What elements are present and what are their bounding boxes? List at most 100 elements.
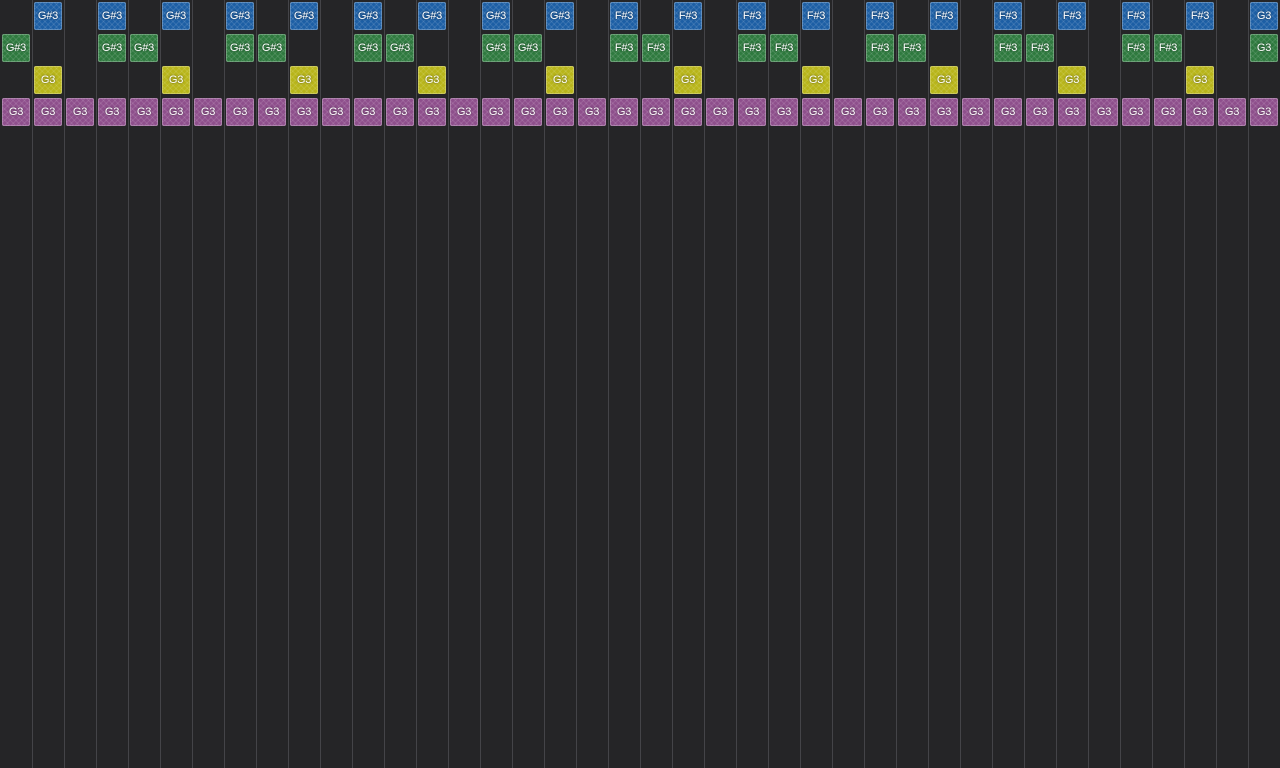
note-block[interactable]: G3 xyxy=(482,98,510,126)
note-block[interactable]: F#3 xyxy=(930,2,958,30)
note-block[interactable]: G#3 xyxy=(2,34,30,62)
note-block[interactable]: G3 xyxy=(1218,98,1246,126)
note-block[interactable]: G#3 xyxy=(418,2,446,30)
note-block[interactable]: G3 xyxy=(1026,98,1054,126)
note-block[interactable]: G#3 xyxy=(226,2,254,30)
note-block[interactable]: G3 xyxy=(578,98,606,126)
note-block[interactable]: G#3 xyxy=(98,34,126,62)
note-block[interactable]: F#3 xyxy=(866,2,894,30)
note-block[interactable]: G3 xyxy=(738,98,766,126)
note-block[interactable]: G3 xyxy=(354,98,382,126)
note-block[interactable]: G3 xyxy=(1154,98,1182,126)
note-block[interactable]: G3 xyxy=(866,98,894,126)
note-block[interactable]: G#3 xyxy=(34,2,62,30)
note-block[interactable]: G3 xyxy=(610,98,638,126)
column-divider xyxy=(832,0,833,768)
note-block[interactable]: F#3 xyxy=(1026,34,1054,62)
note-block[interactable]: G3 xyxy=(162,98,190,126)
note-block[interactable]: G3 xyxy=(34,66,62,94)
note-block[interactable]: G#3 xyxy=(354,2,382,30)
column-divider xyxy=(896,0,897,768)
note-block[interactable]: G3 xyxy=(674,98,702,126)
note-block[interactable]: F#3 xyxy=(738,34,766,62)
column-divider xyxy=(1248,0,1249,768)
note-block[interactable]: G#3 xyxy=(386,34,414,62)
note-block[interactable]: G3 xyxy=(34,98,62,126)
note-block[interactable]: F#3 xyxy=(610,2,638,30)
note-block[interactable]: G3 xyxy=(994,98,1022,126)
note-block[interactable]: G3 xyxy=(546,66,574,94)
note-block[interactable]: G3 xyxy=(1250,2,1278,30)
note-block[interactable]: G3 xyxy=(1250,98,1278,126)
note-block[interactable]: G#3 xyxy=(546,2,574,30)
note-block[interactable]: F#3 xyxy=(1154,34,1182,62)
note-block[interactable]: F#3 xyxy=(1058,2,1086,30)
note-grid[interactable]: G#3 G#3 G#3 G#3 G#3 G#3 G#3 G#3 G#3 F#3 F#3 F#3 F#3 F… xyxy=(0,0,1280,768)
note-block[interactable]: F#3 xyxy=(866,34,894,62)
note-block[interactable]: G3 xyxy=(930,98,958,126)
note-block[interactable]: G3 xyxy=(770,98,798,126)
note-block[interactable]: G#3 xyxy=(226,34,254,62)
note-block[interactable]: G3 xyxy=(194,98,222,126)
note-block[interactable]: G3 xyxy=(130,98,158,126)
note-block[interactable]: G3 xyxy=(802,98,830,126)
column-divider xyxy=(992,0,993,768)
note-block[interactable]: F#3 xyxy=(642,34,670,62)
note-block[interactable]: F#3 xyxy=(738,2,766,30)
note-block[interactable]: F#3 xyxy=(610,34,638,62)
note-block[interactable]: G3 xyxy=(258,98,286,126)
note-block[interactable]: F#3 xyxy=(994,34,1022,62)
note-block[interactable]: G3 xyxy=(386,98,414,126)
note-block[interactable]: F#3 xyxy=(770,34,798,62)
note-block[interactable]: G#3 xyxy=(482,34,510,62)
note-block[interactable]: G3 xyxy=(898,98,926,126)
note-block[interactable]: G3 xyxy=(514,98,542,126)
note-block[interactable]: G3 xyxy=(802,66,830,94)
note-block[interactable]: G3 xyxy=(546,98,574,126)
note-block[interactable]: G#3 xyxy=(482,2,510,30)
note-block[interactable]: F#3 xyxy=(898,34,926,62)
column-divider xyxy=(384,0,385,768)
note-block[interactable]: F#3 xyxy=(674,2,702,30)
note-block[interactable]: G3 xyxy=(418,98,446,126)
note-block[interactable]: G3 xyxy=(1186,66,1214,94)
note-block[interactable]: G3 xyxy=(1122,98,1150,126)
note-block[interactable]: G3 xyxy=(2,98,30,126)
note-block[interactable]: F#3 xyxy=(1122,2,1150,30)
note-block[interactable]: G3 xyxy=(66,98,94,126)
note-block[interactable]: G3 xyxy=(290,66,318,94)
note-block[interactable]: F#3 xyxy=(994,2,1022,30)
note-block[interactable]: G3 xyxy=(1058,98,1086,126)
note-block[interactable]: F#3 xyxy=(1186,2,1214,30)
note-block[interactable]: G3 xyxy=(834,98,862,126)
note-block[interactable]: G#3 xyxy=(130,34,158,62)
note-block[interactable]: G#3 xyxy=(514,34,542,62)
note-block[interactable]: G3 xyxy=(162,66,190,94)
column-divider xyxy=(1216,0,1217,768)
column-divider xyxy=(1088,0,1089,768)
note-block[interactable]: G3 xyxy=(962,98,990,126)
column-divider xyxy=(352,0,353,768)
note-block[interactable]: G3 xyxy=(226,98,254,126)
note-block[interactable]: G3 xyxy=(706,98,734,126)
note-block[interactable]: G3 xyxy=(450,98,478,126)
note-block[interactable]: G3 xyxy=(322,98,350,126)
column-divider xyxy=(736,0,737,768)
note-block[interactable]: G3 xyxy=(418,66,446,94)
note-block[interactable]: G3 xyxy=(1250,34,1278,62)
note-block[interactable]: G#3 xyxy=(290,2,318,30)
note-block[interactable]: G3 xyxy=(98,98,126,126)
note-block[interactable]: G3 xyxy=(1058,66,1086,94)
note-block[interactable]: G#3 xyxy=(98,2,126,30)
note-block[interactable]: G#3 xyxy=(354,34,382,62)
note-block[interactable]: G3 xyxy=(674,66,702,94)
note-block[interactable]: F#3 xyxy=(802,2,830,30)
note-block[interactable]: G#3 xyxy=(258,34,286,62)
note-block[interactable]: G#3 xyxy=(162,2,190,30)
note-block[interactable]: G3 xyxy=(930,66,958,94)
note-block[interactable]: G3 xyxy=(290,98,318,126)
note-block[interactable]: F#3 xyxy=(1122,34,1150,62)
note-block[interactable]: G3 xyxy=(1090,98,1118,126)
note-block[interactable]: G3 xyxy=(1186,98,1214,126)
note-block[interactable]: G3 xyxy=(642,98,670,126)
